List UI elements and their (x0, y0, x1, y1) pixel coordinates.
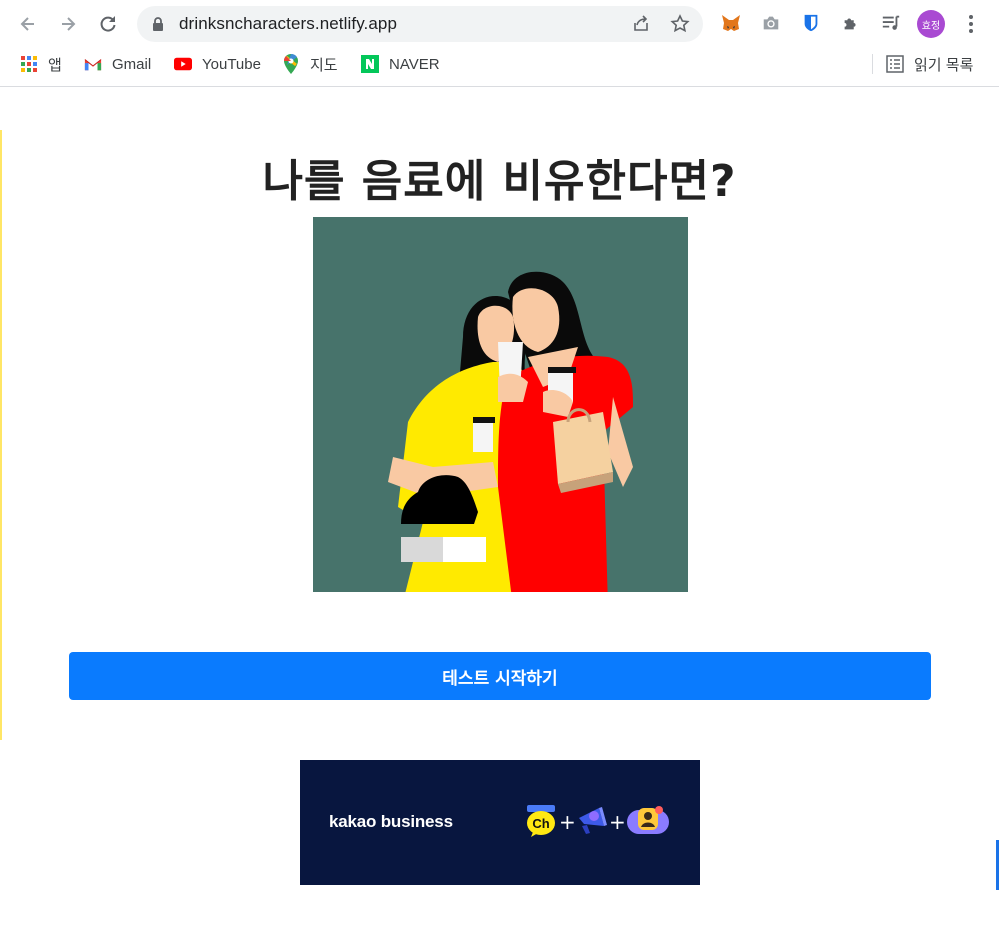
maps-pin-icon (282, 54, 300, 74)
kakao-business-ad-banner[interactable]: kakao business Ch + + (300, 760, 700, 885)
forward-button[interactable] (52, 8, 84, 40)
youtube-icon (174, 55, 192, 73)
bookmark-label: 지도 (310, 56, 338, 74)
plus-sign: + (609, 810, 626, 834)
reload-button[interactable] (92, 8, 124, 40)
hero-illustration (313, 217, 688, 592)
bookmarks-bar: 앱 Gmail YouTube 지도 NAVER 읽기 목록 (0, 48, 999, 80)
metamask-fox-icon[interactable] (720, 12, 742, 34)
bookmark-label: 앱 (48, 56, 62, 74)
bookmark-label: NAVER (389, 55, 440, 73)
reading-list-icon (886, 55, 904, 73)
bookmark-gmail[interactable]: Gmail (84, 53, 151, 75)
plus-sign: + (559, 810, 576, 834)
naver-icon (361, 55, 379, 73)
left-edge-accent (0, 130, 2, 740)
reading-list-label: 읽기 목록 (914, 56, 974, 74)
url-text: drinksncharacters.netlify.app (179, 14, 398, 33)
page-content: 나를 음료에 비유한다면? 테스트 시작하기 kakao business Ch… (0, 87, 999, 929)
bookmarks-separator (872, 54, 873, 74)
arrow-right-icon (62, 17, 76, 31)
back-button[interactable] (12, 8, 44, 40)
gmail-icon (84, 55, 102, 73)
ad-brand-text: kakao business (329, 812, 453, 831)
megaphone-icon (579, 807, 607, 834)
reload-icon (100, 16, 116, 32)
profile-avatar[interactable]: 효정 (917, 10, 945, 38)
more-vert-icon[interactable] (960, 12, 982, 36)
address-bar[interactable]: drinksncharacters.netlify.app (137, 6, 703, 42)
extensions-puzzle-icon[interactable] (840, 12, 862, 34)
bookmark-maps[interactable]: 지도 (282, 53, 338, 75)
share-icon[interactable] (631, 14, 651, 34)
bookmark-apps[interactable]: 앱 (20, 53, 62, 75)
start-test-button[interactable]: 테스트 시작하기 (69, 652, 931, 700)
bookmark-star-icon[interactable] (670, 14, 690, 34)
camera-icon[interactable] (760, 12, 782, 34)
bitwarden-shield-icon[interactable] (800, 12, 822, 34)
bookmark-label: YouTube (202, 55, 261, 73)
channel-badge-text: Ch (532, 816, 549, 831)
kakao-profile-icon (627, 806, 669, 834)
apps-grid-icon (20, 55, 38, 73)
bookmark-naver[interactable]: NAVER (361, 53, 440, 75)
reading-list-button[interactable]: 읽기 목록 (886, 53, 973, 75)
page-title: 나를 음료에 비유한다면? (262, 156, 737, 207)
lock-icon (153, 17, 163, 31)
arrow-left-icon (20, 17, 34, 31)
bookmark-label: Gmail (112, 55, 152, 73)
browser-toolbar: drinksncharacters.netlify.app 효정 (0, 0, 999, 48)
kakao-channel-icon: Ch (527, 805, 555, 837)
media-queue-icon[interactable] (880, 12, 902, 34)
bookmark-youtube[interactable]: YouTube (174, 53, 261, 75)
